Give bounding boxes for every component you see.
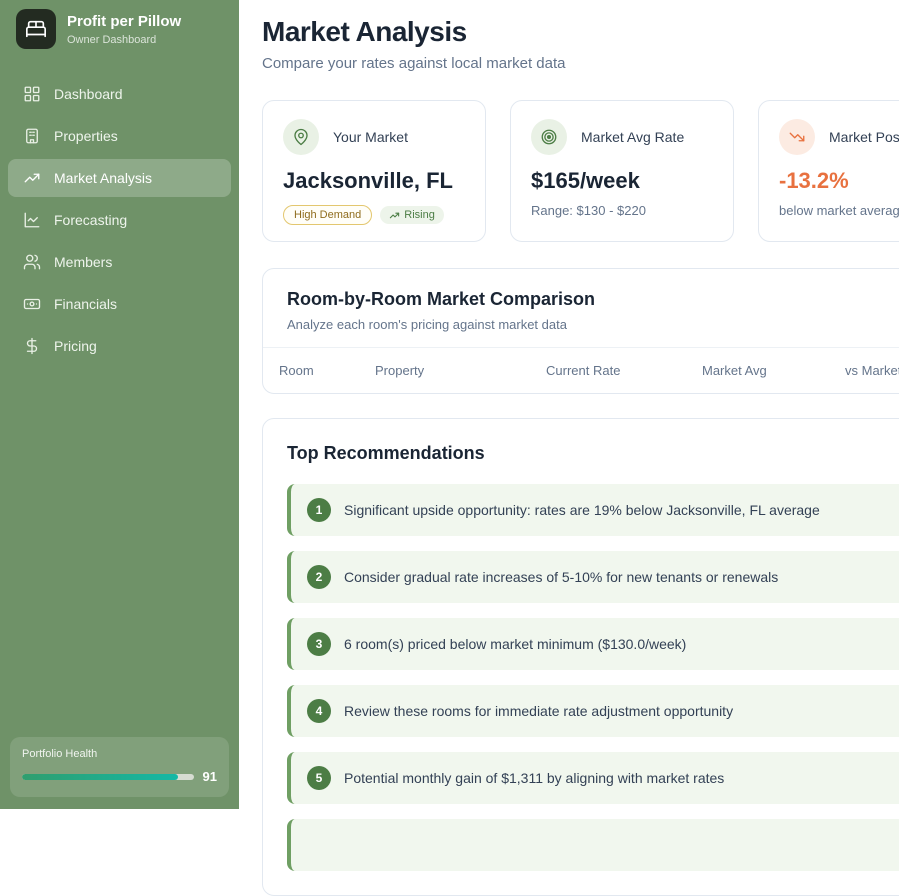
stat-sub: Range: $130 - $220: [531, 203, 713, 218]
app-logo: Profit per Pillow Owner Dashboard: [0, 0, 239, 63]
stat-label: Your Market: [333, 129, 408, 145]
sidebar-item-members[interactable]: Members: [8, 243, 231, 281]
recommendation-number: 2: [307, 565, 331, 589]
status-badge-rising: Rising: [380, 206, 444, 224]
sidebar-item-forecasting[interactable]: Forecasting: [8, 201, 231, 239]
column-header-market-avg: Market Avg: [702, 363, 845, 378]
stat-label: Market Avg Rate: [581, 129, 684, 145]
main-content: Market Analysis Compare your rates again…: [239, 0, 899, 809]
sidebar-item-pricing[interactable]: Pricing: [8, 327, 231, 365]
status-badge-high-demand: High Demand: [283, 205, 372, 225]
recommendation-text: Potential monthly gain of $1,311 by alig…: [344, 770, 724, 786]
chart-line-icon: [23, 211, 41, 229]
portfolio-health-value: 91: [203, 769, 217, 784]
portfolio-health-progressbar: [22, 774, 194, 780]
recommendations-section: Top Recommendations 1 Significant upside…: [262, 418, 899, 896]
sidebar-item-market-analysis[interactable]: Market Analysis: [8, 159, 231, 197]
grid-icon: [23, 85, 41, 103]
sidebar-item-label: Pricing: [54, 338, 97, 354]
sidebar-item-financials[interactable]: Financials: [8, 285, 231, 323]
recommendation-number: 4: [307, 699, 331, 723]
users-icon: [23, 253, 41, 271]
app-window: Profit per Pillow Owner Dashboard Dashbo…: [0, 0, 899, 809]
recommendations-title: Top Recommendations: [287, 443, 899, 464]
app-subtitle: Owner Dashboard: [67, 34, 181, 46]
stat-card-your-market: Your Market Jacksonville, FL High Demand…: [262, 100, 486, 242]
comparison-section: Room-by-Room Market Comparison Analyze e…: [262, 268, 899, 394]
stat-label: Market Position: [829, 129, 899, 145]
sidebar-nav: Dashboard Properties Market Analysi: [0, 63, 239, 365]
portfolio-health-card: Portfolio Health 91: [10, 737, 229, 797]
recommendation-number: 3: [307, 632, 331, 656]
mini-trend-up-icon: [389, 210, 400, 221]
recommendation-text: Review these rooms for immediate rate ad…: [344, 703, 733, 719]
stat-card-market-avg-rate: Market Avg Rate $165/week Range: $130 - …: [510, 100, 734, 242]
list-item: 5 Potential monthly gain of $1,311 by al…: [287, 752, 899, 804]
dollar-icon: [23, 337, 41, 355]
recommendation-text: 6 room(s) priced below market minimum ($…: [344, 636, 686, 652]
stats-row: Your Market Jacksonville, FL High Demand…: [262, 100, 899, 242]
column-header-current-rate: Current Rate: [546, 363, 702, 378]
table-header-row: Room Property Current Rate Market Avg vs…: [263, 347, 899, 393]
sidebar-item-label: Properties: [54, 128, 118, 144]
stat-value: $165/week: [531, 168, 713, 194]
sidebar-item-label: Dashboard: [54, 86, 123, 102]
building-icon: [23, 127, 41, 145]
sidebar-item-dashboard[interactable]: Dashboard: [8, 75, 231, 113]
app-title: Profit per Pillow: [67, 13, 181, 31]
trend-down-icon: [779, 119, 815, 155]
sidebar-item-label: Members: [54, 254, 112, 270]
portfolio-health-row: 91: [22, 769, 217, 784]
recommendation-text: Significant upside opportunity: rates ar…: [344, 502, 820, 518]
sidebar-item-label: Market Analysis: [54, 170, 152, 186]
list-item: 1 Significant upside opportunity: rates …: [287, 484, 899, 536]
comparison-subtitle: Analyze each room's pricing against mark…: [263, 317, 899, 332]
target-icon: [531, 119, 567, 155]
list-item: 4 Review these rooms for immediate rate …: [287, 685, 899, 737]
list-item-partial: [287, 819, 899, 871]
page-subtitle: Compare your rates against local market …: [262, 55, 899, 72]
logo-text: Profit per Pillow Owner Dashboard: [67, 13, 181, 46]
sidebar: Profit per Pillow Owner Dashboard Dashbo…: [0, 0, 239, 809]
stat-value: Jacksonville, FL: [283, 168, 465, 194]
recommendation-text: Consider gradual rate increases of 5-10%…: [344, 569, 778, 585]
sidebar-item-label: Financials: [54, 296, 117, 312]
trend-up-icon: [23, 169, 41, 187]
portfolio-health-label: Portfolio Health: [22, 748, 217, 760]
portfolio-health-fill: [22, 774, 178, 780]
badge-label: Rising: [404, 209, 435, 221]
comparison-title: Room-by-Room Market Comparison: [263, 289, 899, 310]
sidebar-item-properties[interactable]: Properties: [8, 117, 231, 155]
column-header-property: Property: [375, 363, 546, 378]
column-header-vs-market: vs Market: [845, 363, 899, 378]
stat-value: -13.2%: [779, 168, 899, 194]
stat-card-market-position: Market Position -13.2% below market aver…: [758, 100, 899, 242]
page-title: Market Analysis: [262, 16, 899, 48]
recommendation-number: 1: [307, 498, 331, 522]
banknote-icon: [23, 295, 41, 313]
bed-icon: [16, 9, 56, 49]
map-pin-icon: [283, 119, 319, 155]
stat-sub: below market average: [779, 203, 899, 218]
column-header-room: Room: [279, 363, 375, 378]
list-item: 3 6 room(s) priced below market minimum …: [287, 618, 899, 670]
sidebar-item-label: Forecasting: [54, 212, 127, 228]
list-item: 2 Consider gradual rate increases of 5-1…: [287, 551, 899, 603]
recommendation-number: 5: [307, 766, 331, 790]
